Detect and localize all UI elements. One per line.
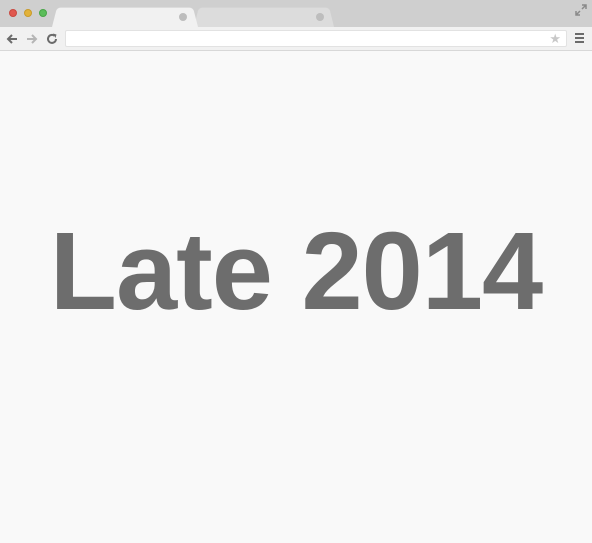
tab-close-icon[interactable]: [179, 13, 187, 21]
headline: Late 2014: [49, 210, 543, 333]
close-window-icon[interactable]: [9, 9, 17, 17]
maximize-window-icon[interactable]: [39, 9, 47, 17]
tab-active[interactable]: [52, 6, 198, 27]
reload-icon[interactable]: [45, 32, 59, 46]
browser-window: ★ Late 2014: [0, 0, 592, 543]
minimize-window-icon[interactable]: [24, 9, 32, 17]
menu-icon[interactable]: [574, 33, 585, 45]
expand-icon[interactable]: [575, 4, 587, 16]
back-arrow-icon[interactable]: [5, 32, 19, 46]
page-content: Late 2014: [0, 52, 592, 543]
forward-arrow-icon[interactable]: [25, 32, 39, 46]
tab-inactive[interactable]: [194, 6, 334, 27]
address-bar[interactable]: ★: [65, 30, 567, 47]
tab-strip: [0, 0, 592, 27]
tab-close-icon[interactable]: [316, 13, 324, 21]
toolbar: ★: [0, 27, 592, 51]
star-icon[interactable]: ★: [549, 31, 561, 46]
